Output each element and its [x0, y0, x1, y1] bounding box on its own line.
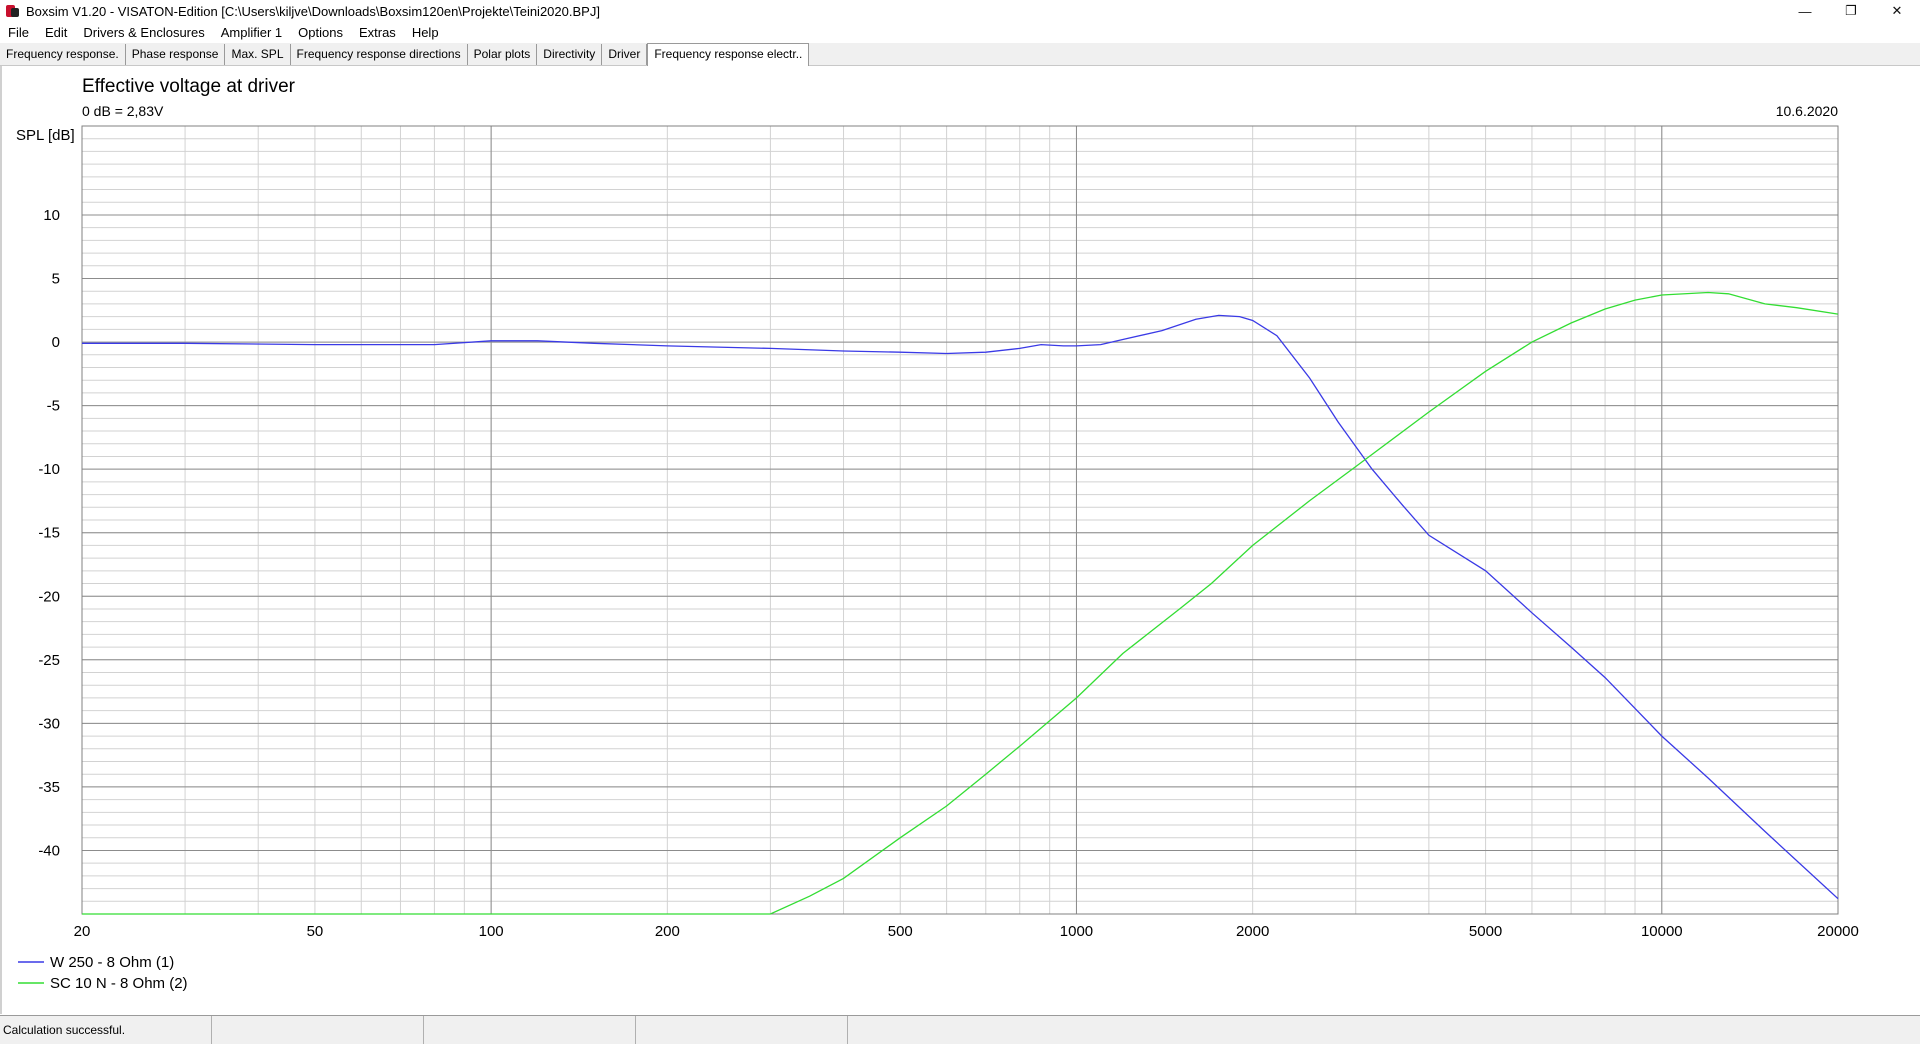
menu-edit[interactable]: Edit [37, 25, 75, 40]
legend: W 250 - 8 Ohm (1) SC 10 N - 8 Ohm (2) [18, 954, 188, 992]
x-tick-labels: 20 50 100 200 500 1000 2000 5000 10000 20000 [74, 923, 1859, 940]
x-tick-label: 20 [74, 923, 91, 940]
tab-driver[interactable]: Driver [602, 44, 648, 65]
x-tick-label: 500 [888, 923, 913, 940]
tab-frequency-response-electrical[interactable]: Frequency response electr.. [647, 43, 810, 66]
chart-date: 10.6.2020 [1776, 103, 1838, 119]
y-tick-label: -30 [38, 715, 60, 732]
x-tick-label: 50 [307, 923, 324, 940]
title-bar: Boxsim V1.20 - VISATON-Edition [C:\Users… [0, 0, 1920, 22]
tab-polar-plots[interactable]: Polar plots [468, 44, 538, 65]
y-tick-labels: 10 5 0 -5 -10 -15 -20 -25 -30 -35 -40 [38, 207, 60, 859]
status-cell-3 [424, 1016, 636, 1044]
menu-extras[interactable]: Extras [351, 25, 404, 40]
menu-amplifier[interactable]: Amplifier 1 [213, 25, 290, 40]
chart-area: Effective voltage at driver 0 dB = 2,83V… [0, 66, 1920, 1014]
x-tick-label: 2000 [1236, 923, 1269, 940]
spl-chart: Effective voltage at driver 0 dB = 2,83V… [16, 76, 1859, 992]
series-line-1 [82, 314, 1839, 900]
tab-max-spl[interactable]: Max. SPL [225, 44, 291, 65]
y-tick-label: -10 [38, 461, 60, 478]
minimize-button[interactable]: — [1782, 0, 1828, 22]
y-axis-label: SPL [dB] [16, 127, 75, 144]
menu-help[interactable]: Help [404, 25, 447, 40]
y-tick-label: 0 [52, 334, 60, 351]
close-button[interactable]: ✕ [1874, 0, 1920, 22]
x-tick-label: 1000 [1060, 923, 1093, 940]
boxsim-app-icon [6, 4, 20, 18]
y-tick-label: -5 [47, 398, 60, 415]
status-message: Calculation successful. [0, 1016, 212, 1044]
window-title: Boxsim V1.20 - VISATON-Edition [C:\Users… [26, 3, 600, 19]
tab-frequency-response-directions[interactable]: Frequency response directions [291, 44, 468, 65]
x-tick-label: 20000 [1817, 923, 1859, 940]
menu-bar: File Edit Drivers & Enclosures Amplifier… [0, 22, 1920, 43]
y-tick-label: -40 [38, 842, 60, 859]
legend-entry: W 250 - 8 Ohm (1) [50, 954, 174, 971]
y-tick-label: 5 [52, 271, 60, 288]
tab-frequency-response[interactable]: Frequency response. [0, 44, 126, 65]
tab-directivity[interactable]: Directivity [537, 44, 603, 65]
menu-options[interactable]: Options [290, 25, 351, 40]
menu-file[interactable]: File [0, 25, 37, 40]
window-controls: — ❐ ✕ [1782, 0, 1920, 22]
status-cell-2 [212, 1016, 424, 1044]
y-tick-label: -25 [38, 652, 60, 669]
y-tick-label: -15 [38, 525, 60, 542]
x-tick-label: 100 [479, 923, 504, 940]
tab-phase-response[interactable]: Phase response [126, 44, 226, 65]
series-line-2 [82, 291, 1839, 915]
x-tick-label: 200 [655, 923, 680, 940]
view-tabs: Frequency response. Phase response Max. … [0, 43, 1920, 66]
menu-drivers-enclosures[interactable]: Drivers & Enclosures [75, 25, 212, 40]
maximize-button[interactable]: ❐ [1828, 0, 1874, 22]
chart-subtitle: 0 dB = 2,83V [82, 103, 164, 119]
status-cell-5 [848, 1016, 1920, 1044]
y-tick-label: -20 [38, 588, 60, 605]
status-cell-4 [636, 1016, 848, 1044]
chart-title: Effective voltage at driver [82, 76, 296, 97]
status-bar: Calculation successful. [0, 1015, 1920, 1044]
series-lines [82, 291, 1839, 915]
x-tick-label: 5000 [1469, 923, 1502, 940]
y-tick-label: 10 [43, 207, 60, 224]
y-tick-label: -35 [38, 779, 60, 796]
x-tick-label: 10000 [1641, 923, 1683, 940]
legend-entry: SC 10 N - 8 Ohm (2) [50, 975, 188, 992]
